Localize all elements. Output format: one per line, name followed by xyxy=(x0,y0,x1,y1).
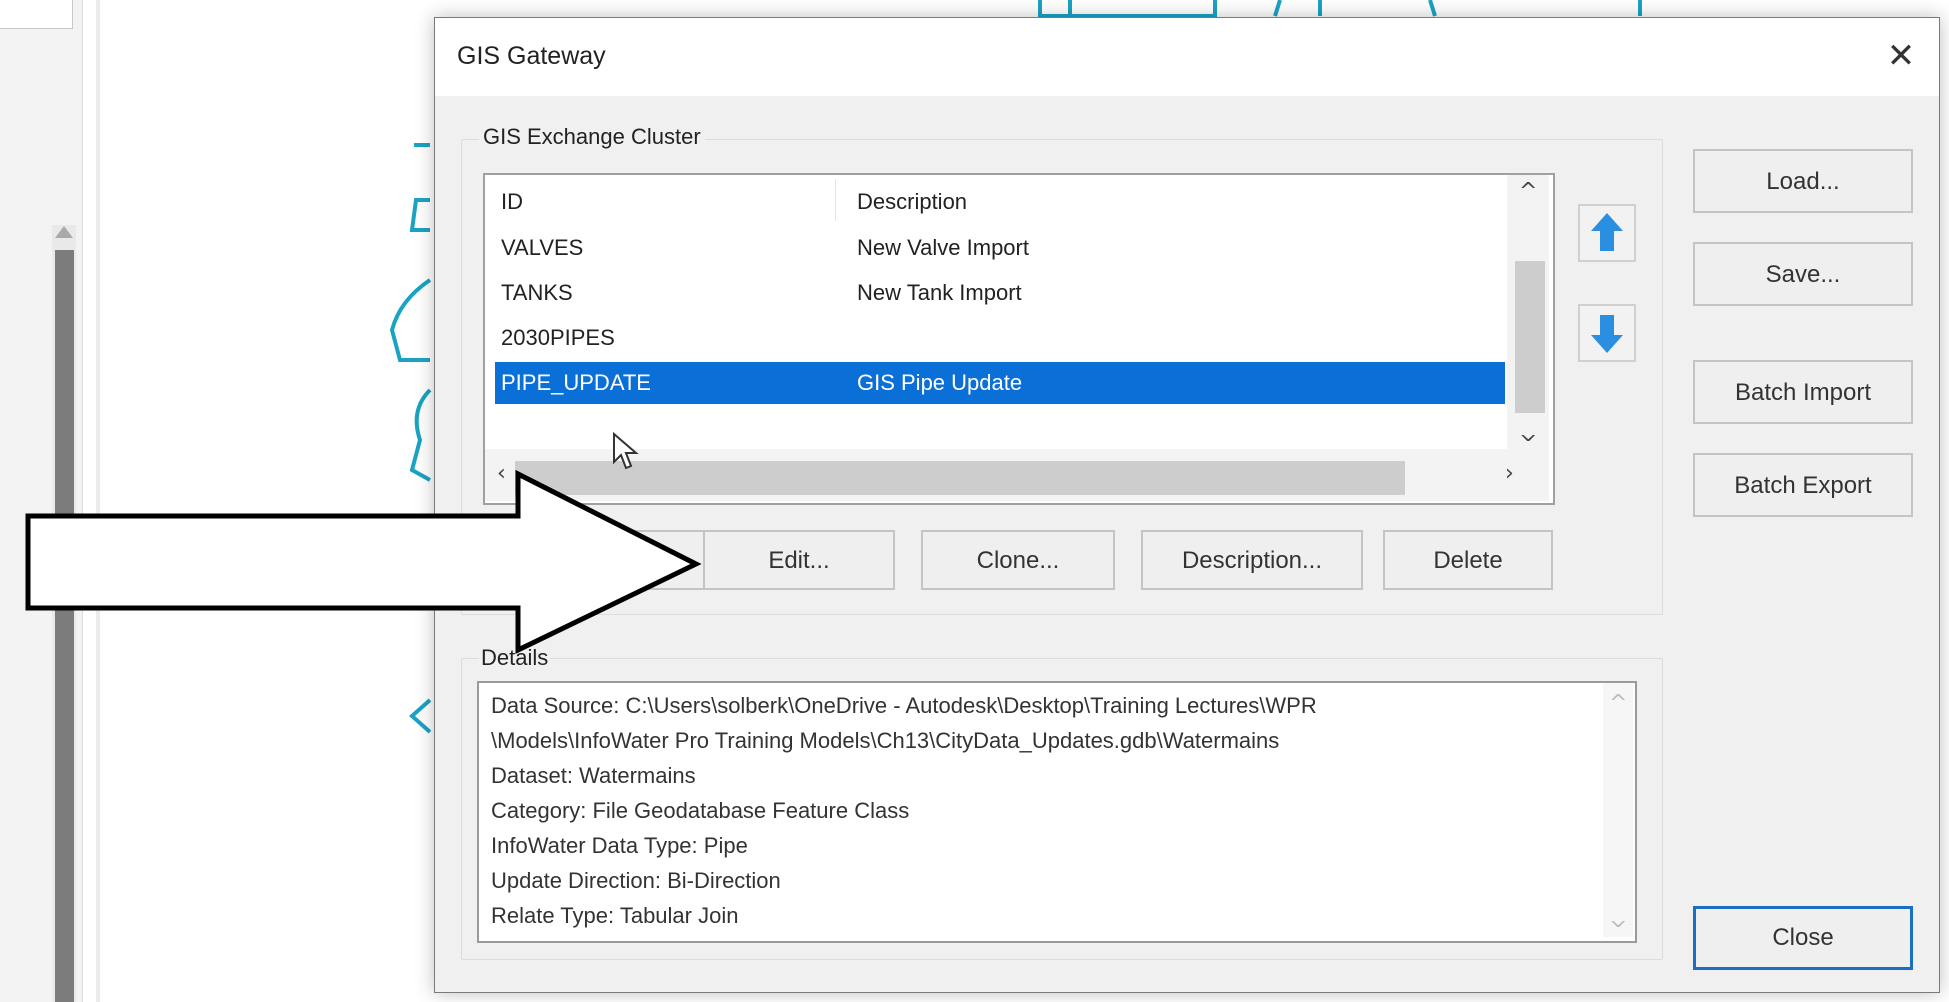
row-id: PIPE_UPDATE xyxy=(501,370,651,395)
chevron-up-icon[interactable]: ^ xyxy=(1519,179,1537,204)
list-row-selected[interactable]: PIPE_UPDATE GIS Pipe Update xyxy=(495,362,1505,404)
details-line: Data Source: C:\Users\solberk\OneDrive -… xyxy=(491,693,1317,718)
edit-button[interactable]: Edit... xyxy=(703,530,895,590)
arrow-up-icon xyxy=(1591,213,1623,251)
details-line: Dataset: Watermains xyxy=(491,763,696,788)
move-up-button[interactable] xyxy=(1578,204,1636,262)
details-scrollbar[interactable] xyxy=(1603,683,1633,937)
list-row[interactable]: VALVES New Valve Import xyxy=(495,227,1505,269)
details-textbox[interactable]: Data Source: C:\Users\solberk\OneDrive -… xyxy=(477,681,1637,943)
title-bar[interactable]: GIS Gateway ✕ xyxy=(435,18,1939,96)
delete-button[interactable]: Delete xyxy=(1383,530,1553,590)
chevron-down-icon[interactable]: ^ xyxy=(1519,419,1537,444)
details-line: Update Direction: Bi-Direction xyxy=(491,868,781,893)
description-button[interactable]: Description... xyxy=(1141,530,1363,590)
row-description: New Valve Import xyxy=(857,235,1029,260)
row-id: 2030PIPES xyxy=(501,325,615,350)
row-description: New Tank Import xyxy=(857,280,1022,305)
chevron-right-icon[interactable]: › xyxy=(1505,461,1514,486)
chevron-up-icon[interactable]: ^ xyxy=(1609,691,1627,716)
annotation-arrow-icon xyxy=(25,469,702,654)
batch-import-button[interactable]: Batch Import xyxy=(1693,360,1913,424)
move-down-button[interactable] xyxy=(1578,304,1636,362)
load-button[interactable]: Load... xyxy=(1693,149,1913,213)
clone-button[interactable]: Clone... xyxy=(921,530,1115,590)
row-id: VALVES xyxy=(501,235,584,260)
list-row[interactable]: TANKS New Tank Import xyxy=(495,272,1505,314)
column-header-id[interactable]: ID xyxy=(501,189,523,215)
details-line: InfoWater Data Type: Pipe xyxy=(491,833,748,858)
chevron-down-icon[interactable]: ^ xyxy=(1609,905,1627,930)
background-dropdown[interactable] xyxy=(0,0,73,29)
close-icon[interactable]: ✕ xyxy=(1881,36,1921,76)
exchange-list[interactable]: ID Description VALVES New Valve Import T… xyxy=(483,173,1555,505)
dialog-title: GIS Gateway xyxy=(457,42,606,70)
column-separator[interactable] xyxy=(835,179,836,221)
row-description: GIS Pipe Update xyxy=(857,370,1023,395)
mouse-cursor-icon xyxy=(613,432,639,470)
batch-export-button[interactable]: Batch Export xyxy=(1693,453,1913,517)
details-line: \Models\InfoWater Pro Training Models\Ch… xyxy=(491,728,1280,753)
arrow-down-icon xyxy=(1591,315,1623,353)
close-button[interactable]: Close xyxy=(1693,906,1913,970)
save-button[interactable]: Save... xyxy=(1693,242,1913,306)
exchange-cluster-label: GIS Exchange Cluster xyxy=(479,124,705,150)
column-header-description[interactable]: Description xyxy=(857,189,967,215)
list-row[interactable]: 2030PIPES xyxy=(495,317,1505,359)
details-line: Relate Type: Tabular Join xyxy=(491,903,739,928)
row-id: TANKS xyxy=(501,280,573,305)
scroll-up-arrow-icon[interactable] xyxy=(55,226,73,238)
details-line: Category: File Geodatabase Feature Class xyxy=(491,798,910,823)
list-vertical-scroll-thumb[interactable] xyxy=(1515,261,1545,413)
